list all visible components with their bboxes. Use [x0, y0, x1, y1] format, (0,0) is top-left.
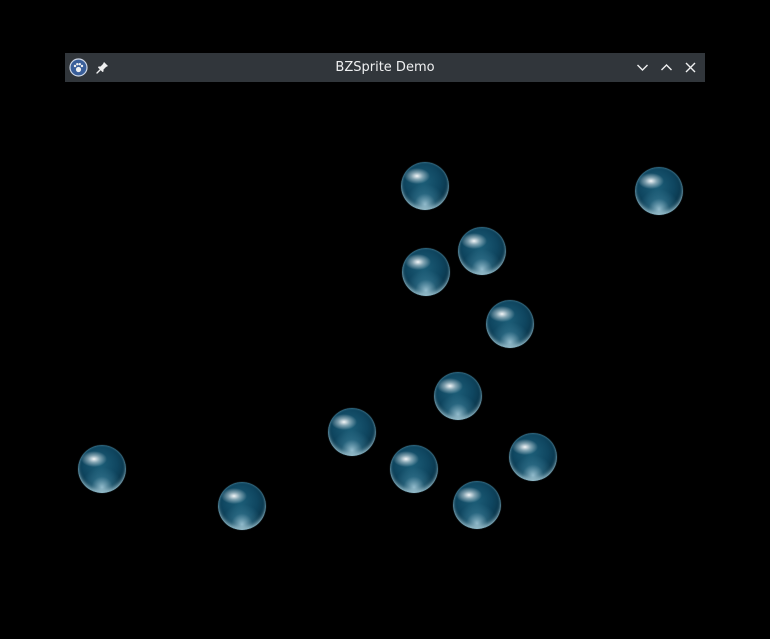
minimize-button[interactable]: [632, 57, 653, 78]
bubble-sprite: [218, 482, 266, 530]
close-icon: [685, 62, 696, 73]
bubble-sprite: [458, 227, 506, 275]
bubble-sprite: [328, 408, 376, 456]
bubble-sprite: [509, 433, 557, 481]
maximize-button[interactable]: [656, 57, 677, 78]
window-title: BZSprite Demo: [335, 60, 435, 75]
bubble-sprite: [78, 445, 126, 493]
sprite-canvas[interactable]: [65, 82, 705, 639]
bubble-sprite: [635, 167, 683, 215]
bubble-sprite: [486, 300, 534, 348]
bubble-sprite: [402, 248, 450, 296]
bubble-sprite: [453, 481, 501, 529]
chevron-down-icon: [637, 64, 648, 71]
bubble-sprite: [401, 162, 449, 210]
window-titlebar[interactable]: BZSprite Demo: [65, 53, 705, 82]
bubble-sprite: [434, 372, 482, 420]
close-button[interactable]: [680, 57, 701, 78]
bubble-sprite: [390, 445, 438, 493]
chevron-up-icon: [661, 64, 672, 71]
